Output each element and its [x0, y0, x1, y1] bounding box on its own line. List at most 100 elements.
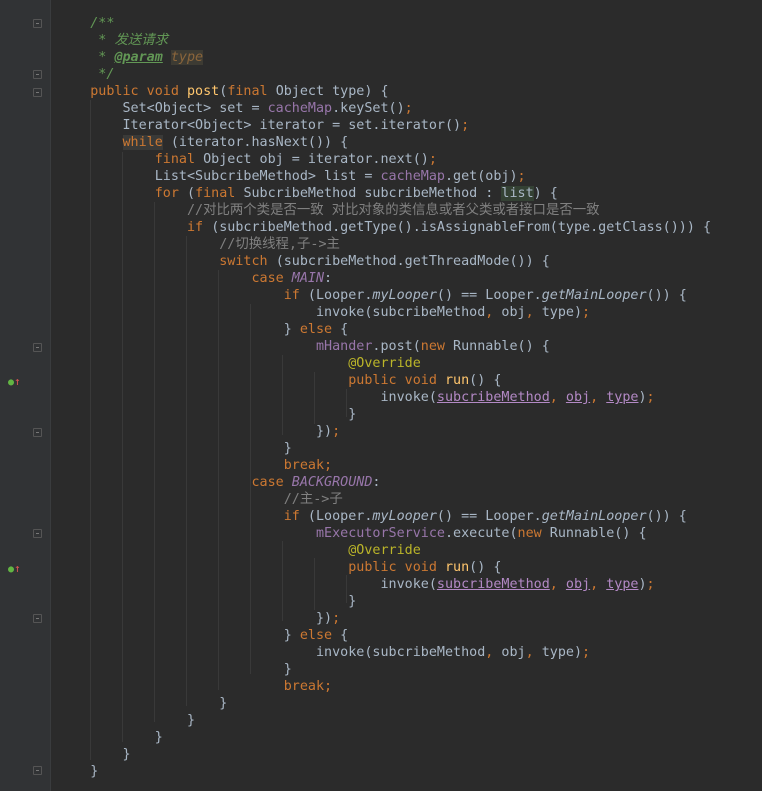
fold-minus-icon[interactable] — [33, 343, 42, 352]
code-token: final — [154, 152, 204, 167]
code-line[interactable]: if (Looper.myLooper() == Looper.getMainL… — [58, 508, 762, 525]
code-token: .keySet() — [332, 101, 405, 116]
code-line[interactable]: //切换线程,子->主 — [58, 236, 762, 253]
code-line[interactable]: invoke(subcribeMethod, obj, type); — [58, 576, 762, 593]
code-line[interactable]: public void run() { — [58, 559, 762, 576]
code-token: () == Looper. — [436, 509, 542, 524]
code-line[interactable]: Iterator<Object> iterator = set.iterator… — [58, 117, 762, 134]
fold-minus-icon[interactable] — [33, 70, 42, 79]
code-line[interactable]: invoke(subcribeMethod, obj, type); — [58, 304, 762, 321]
code-token: ; — [646, 577, 655, 592]
code-token: ; — [332, 424, 341, 439]
code-line[interactable]: * 发送请求 — [58, 32, 762, 49]
editor-gutter[interactable]: ●↑ ●↑ — [0, 0, 51, 791]
code-line[interactable]: } else { — [58, 321, 762, 338]
code-token: ) — [638, 577, 647, 592]
code-line[interactable]: } — [58, 661, 762, 678]
code-token: } — [58, 441, 292, 456]
code-line[interactable]: switch (subcribeMethod.getThreadMode()) … — [58, 253, 762, 270]
code-line[interactable]: } — [58, 695, 762, 712]
code-line[interactable]: if (Looper.myLooper() == Looper.getMainL… — [58, 287, 762, 304]
code-line[interactable]: break; — [58, 457, 762, 474]
code-line[interactable]: @Override — [58, 355, 762, 372]
code-token: ; — [404, 101, 413, 116]
code-line[interactable]: } — [58, 712, 762, 729]
code-token: MAIN — [291, 271, 325, 286]
override-up-arrow-icon[interactable]: ●↑ — [8, 563, 21, 575]
code-line[interactable]: @Override — [58, 542, 762, 559]
code-line[interactable]: List<SubcribeMethod> list = cacheMap.get… — [58, 168, 762, 185]
code-line[interactable]: //对比两个类是否一致 对比对象的类信息或者父类或者接口是否一致 — [58, 202, 762, 219]
code-token: , — [525, 645, 542, 660]
code-token: (Looper. — [307, 288, 373, 303]
code-line[interactable]: invoke(subcribeMethod, obj, type); — [58, 389, 762, 406]
code-line[interactable]: while (iterator.hasNext()) { — [58, 134, 762, 151]
code-line[interactable]: mHander.post(new Runnable() { — [58, 338, 762, 355]
code-token: */ — [58, 67, 115, 82]
code-line[interactable]: public void post(final Object type) { — [58, 83, 762, 100]
fold-minus-icon[interactable] — [33, 88, 42, 97]
code-line[interactable]: } — [58, 406, 762, 423]
code-line[interactable]: for (final SubcribeMethod subcribeMethod… — [58, 185, 762, 202]
code-token: ()) { — [646, 288, 687, 303]
fold-minus-icon[interactable] — [33, 766, 42, 775]
code-line[interactable]: }); — [58, 610, 762, 627]
code-token: obj — [565, 577, 591, 592]
code-token: run — [444, 560, 470, 575]
code-line[interactable]: /** — [58, 15, 762, 32]
code-editor[interactable]: ●↑ ●↑ /** * 发送请求 * @param type */ public… — [0, 0, 762, 791]
code-line[interactable]: case MAIN: — [58, 270, 762, 287]
code-line[interactable]: } — [58, 763, 762, 780]
code-token: else — [299, 628, 341, 643]
code-token: ( — [187, 186, 196, 201]
code-token: @Override — [348, 543, 421, 558]
code-line[interactable]: } — [58, 729, 762, 746]
code-line[interactable]: } — [58, 440, 762, 457]
code-token: /** — [58, 16, 115, 31]
fold-minus-icon[interactable] — [33, 529, 42, 538]
code-line[interactable]: public void run() { — [58, 372, 762, 389]
code-token: * — [58, 50, 115, 65]
code-token: list — [501, 186, 534, 201]
code-line[interactable]: final Object obj = iterator.next(); — [58, 151, 762, 168]
code-line[interactable]: invoke(subcribeMethod, obj, type); — [58, 644, 762, 661]
code-token: @Override — [348, 356, 421, 371]
code-line[interactable]: case BACKGROUND: — [58, 474, 762, 491]
code-token: } — [58, 713, 196, 728]
override-up-arrow-icon[interactable]: ●↑ — [8, 376, 21, 388]
code-line[interactable]: } — [58, 593, 762, 610]
code-token: , — [590, 577, 607, 592]
code-token: ) — [638, 390, 647, 405]
code-token: obj — [501, 305, 526, 320]
code-token: public void — [348, 373, 445, 388]
code-token: } — [58, 696, 228, 711]
code-line[interactable]: */ — [58, 66, 762, 83]
code-line[interactable]: mExecutorService.execute(new Runnable() … — [58, 525, 762, 542]
code-line[interactable]: } — [58, 746, 762, 763]
fold-minus-icon[interactable] — [33, 614, 42, 623]
code-line[interactable]: if (subcribeMethod.getType().isAssignabl… — [58, 219, 762, 236]
code-token: : — [372, 475, 381, 490]
fold-minus-icon[interactable] — [33, 428, 42, 437]
fold-minus-icon[interactable] — [33, 19, 42, 28]
code-line[interactable]: //主->子 — [58, 491, 762, 508]
code-line[interactable]: Set<Object> set = cacheMap.keySet(); — [58, 100, 762, 117]
code-line[interactable]: break; — [58, 678, 762, 695]
code-area[interactable]: /** * 发送请求 * @param type */ public void … — [58, 15, 762, 780]
code-line[interactable]: } else { — [58, 627, 762, 644]
code-token: Runnable() { — [549, 526, 647, 541]
code-token: (Looper. — [307, 509, 373, 524]
code-token: } — [58, 407, 357, 422]
code-token: }) — [58, 424, 333, 439]
code-line[interactable]: }); — [58, 423, 762, 440]
code-line[interactable]: * @param type — [58, 49, 762, 66]
code-token: type — [170, 50, 204, 65]
code-token: getMainLooper — [541, 509, 647, 524]
